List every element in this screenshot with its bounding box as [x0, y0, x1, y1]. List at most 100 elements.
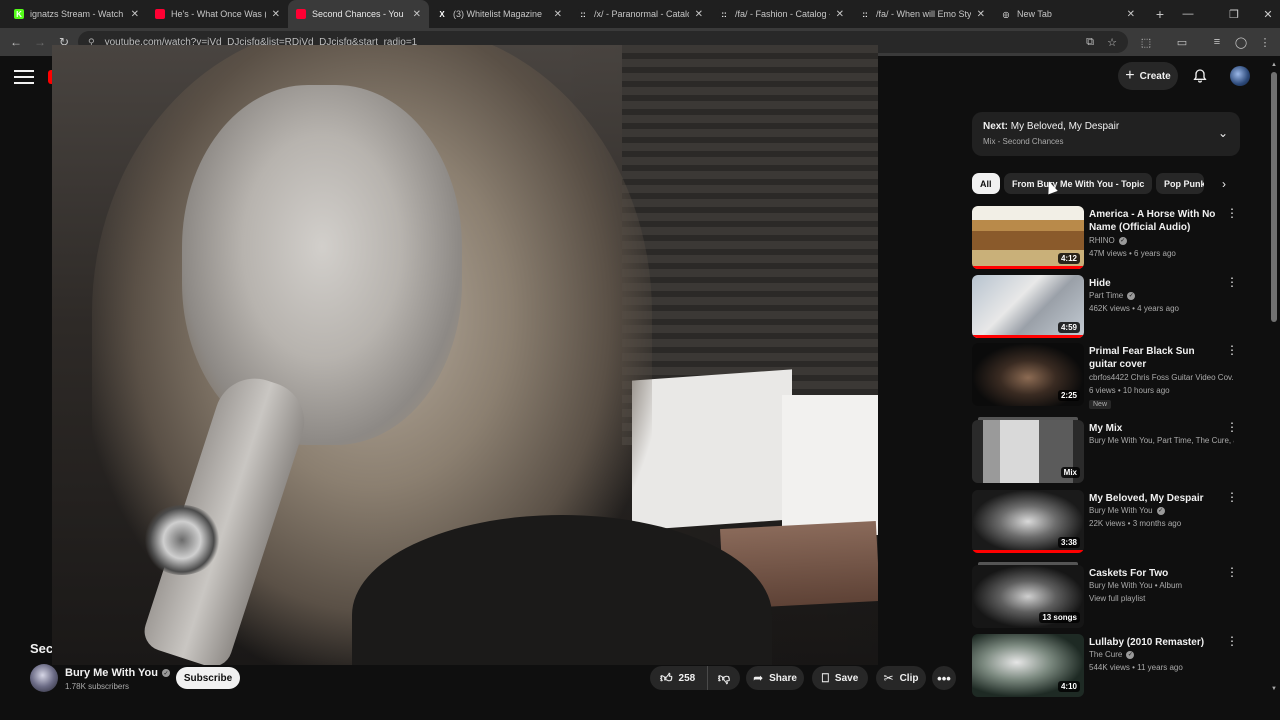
- notifications-bell-icon[interactable]: [1190, 66, 1210, 86]
- video-thumbnail[interactable]: 4:12: [972, 206, 1084, 269]
- chip-pop-punk[interactable]: Pop Punk: [1156, 173, 1204, 194]
- tab-close-icon[interactable]: ✕: [836, 9, 844, 20]
- tab-title: /fa/ - When will Emo Style: [876, 9, 971, 19]
- recommendation-item[interactable]: 13 songs Caskets For Two Bury Me With You …: [972, 562, 1240, 629]
- up-next-mix-panel[interactable]: Next: My Beloved, My Despair Mix - Secon…: [972, 112, 1240, 156]
- recommendation-channel[interactable]: Bury Me With You • Album: [1089, 581, 1182, 590]
- like-button[interactable]: 👍︎ 258: [650, 666, 708, 690]
- new-tab-icon[interactable]: +: [1149, 3, 1171, 25]
- save-label: Save: [834, 672, 859, 684]
- channel-name-row[interactable]: Bury Me With You ✓: [65, 667, 170, 679]
- media-controls-icon[interactable]: ≡: [1205, 30, 1229, 54]
- recommendation-title[interactable]: America - A Horse With No Name (Official…: [1089, 208, 1219, 234]
- window-close-icon[interactable]: ✕: [1250, 0, 1280, 28]
- recommendation-channel-row: RHINO ✓: [1089, 236, 1234, 245]
- browser-tab[interactable]: X (3) Whitelist Magazine ✕: [429, 0, 570, 28]
- profile-icon[interactable]: ◯: [1229, 30, 1253, 54]
- back-icon[interactable]: ←: [4, 30, 28, 54]
- kebab-menu-icon[interactable]: ⋮: [1226, 206, 1238, 220]
- recommendation-channel[interactable]: cbrfos4422 Chris Foss Guitar Video Cov..…: [1089, 373, 1234, 382]
- verified-icon: ✓: [1126, 650, 1135, 659]
- kebab-menu-icon[interactable]: ⋮: [1226, 565, 1238, 579]
- browser-menu-icon[interactable]: ⋮: [1253, 30, 1277, 54]
- forward-icon[interactable]: →: [28, 30, 52, 54]
- subscribe-button[interactable]: Subscribe: [176, 667, 240, 689]
- tab-close-icon[interactable]: ✕: [413, 9, 421, 20]
- video-thumbnail[interactable]: Mix: [972, 420, 1084, 483]
- recommendation-channel[interactable]: Part Time: [1089, 291, 1123, 300]
- browser-tab[interactable]: ::/x/ - Paranormal - Catalog ✕: [570, 0, 711, 28]
- scroll-thumb[interactable]: [1271, 72, 1277, 322]
- recommendation-title[interactable]: Caskets For Two: [1089, 567, 1219, 580]
- chip-from-channel[interactable]: From Bury Me With You - Topic: [1004, 173, 1153, 194]
- split-view-icon[interactable]: ▭: [1170, 30, 1194, 54]
- tab-close-icon[interactable]: ✕: [1127, 9, 1135, 20]
- recommendation-channel[interactable]: Bury Me With You, Part Time, The Cure, a…: [1089, 436, 1234, 445]
- chip-all[interactable]: All: [972, 173, 1000, 194]
- recommendation-channel-row: Bury Me With You, Part Time, The Cure, a…: [1089, 436, 1234, 445]
- tab-close-icon[interactable]: ✕: [272, 9, 280, 20]
- install-app-icon[interactable]: ⧉: [1078, 30, 1102, 54]
- browser-tab[interactable]: ◎ New Tab ✕: [993, 0, 1143, 28]
- recommendation-item[interactable]: 4:12 America - A Horse With No Name (Offi…: [972, 206, 1240, 270]
- duration-badge: 4:10: [1057, 681, 1080, 692]
- video-thumbnail[interactable]: 3:38: [972, 490, 1084, 553]
- share-button[interactable]: ➦ Share: [746, 666, 804, 690]
- recommendation-item[interactable]: 2:25 Primal Fear Black Sun guitar cover cb…: [972, 343, 1240, 409]
- kebab-menu-icon[interactable]: ⋮: [1226, 634, 1238, 648]
- kebab-menu-icon[interactable]: ⋮: [1226, 490, 1238, 504]
- view-full-playlist-link[interactable]: View full playlist: [1089, 594, 1145, 603]
- chevron-down-icon[interactable]: ⌄: [1218, 126, 1228, 140]
- recommendation-title[interactable]: My Beloved, My Despair: [1089, 492, 1219, 505]
- tab-close-icon[interactable]: ✕: [695, 9, 703, 20]
- hamburger-menu-icon[interactable]: [14, 68, 34, 86]
- scroll-down-icon[interactable]: ▼: [1270, 686, 1278, 692]
- clip-button[interactable]: ✂ Clip: [876, 666, 926, 690]
- recommendation-title[interactable]: Hide: [1089, 277, 1219, 290]
- browser-tab-strip: Kignatzs Stream - Watch Li ✕ He's - What O…: [0, 0, 1280, 28]
- tab-close-icon[interactable]: ✕: [977, 9, 985, 20]
- tab-favicon-icon: ::: [860, 9, 870, 19]
- kebab-menu-icon[interactable]: ⋮: [1226, 420, 1238, 434]
- more-actions-icon[interactable]: •••: [932, 666, 956, 690]
- browser-tab[interactable]: Second Chances - You ✕: [288, 0, 429, 28]
- recommendation-channel[interactable]: Bury Me With You: [1089, 506, 1153, 515]
- channel-name[interactable]: Bury Me With You: [65, 667, 158, 679]
- tab-favicon-icon: K: [14, 9, 24, 19]
- channel-avatar[interactable]: [30, 664, 58, 692]
- recommendation-item[interactable]: 3:38 My Beloved, My Despair Bury Me With Y…: [972, 490, 1240, 554]
- recommendation-title[interactable]: Primal Fear Black Sun guitar cover: [1089, 345, 1219, 371]
- video-thumbnail[interactable]: 4:10: [972, 634, 1084, 697]
- video-player[interactable]: [52, 45, 878, 665]
- recommendation-title[interactable]: My Mix: [1089, 422, 1219, 435]
- tab-close-icon[interactable]: ✕: [131, 9, 139, 20]
- browser-tab[interactable]: ::/fa/ - Fashion - Catalog - / ✕: [711, 0, 852, 28]
- dislike-button[interactable]: 👎︎: [708, 671, 740, 686]
- scrollbar[interactable]: ▲ ▼: [1270, 62, 1278, 692]
- bookmark-star-icon[interactable]: ☆: [1100, 30, 1124, 54]
- browser-tab[interactable]: He's - What Once Was (C ✕: [147, 0, 288, 28]
- account-avatar[interactable]: [1230, 66, 1250, 86]
- video-thumbnail[interactable]: 2:25: [972, 343, 1084, 406]
- browser-tab[interactable]: Kignatzs Stream - Watch Li ✕: [6, 0, 147, 28]
- create-button[interactable]: + Create: [1118, 62, 1178, 90]
- recommendation-title[interactable]: Lullaby (2010 Remaster): [1089, 636, 1219, 649]
- kebab-menu-icon[interactable]: ⋮: [1226, 275, 1238, 289]
- minimize-icon[interactable]: —: [1170, 0, 1206, 28]
- recommendation-item[interactable]: Mix My Mix Bury Me With You, Part Time, Th…: [972, 417, 1240, 484]
- recommendation-channel[interactable]: RHINO: [1089, 236, 1115, 245]
- restore-icon[interactable]: ❐: [1216, 0, 1252, 28]
- browser-tab[interactable]: ::/fa/ - When will Emo Style ✕: [852, 0, 993, 28]
- recommendation-item[interactable]: 4:59 Hide Part Time ✓ 462K views • 4 years a…: [972, 275, 1240, 339]
- recommendation-channel[interactable]: The Cure: [1089, 650, 1122, 659]
- tab-close-icon[interactable]: ✕: [554, 9, 562, 20]
- kebab-menu-icon[interactable]: ⋮: [1226, 343, 1238, 357]
- video-thumbnail[interactable]: 4:59: [972, 275, 1084, 338]
- plus-icon: +: [1125, 67, 1135, 84]
- save-button[interactable]: ⎕ Save: [812, 666, 868, 690]
- recommendation-item[interactable]: 4:10 Lullaby (2010 Remaster) The Cure ✓ 544K…: [972, 634, 1240, 698]
- extensions-icon[interactable]: ⬚: [1134, 30, 1158, 54]
- scroll-up-icon[interactable]: ▲: [1270, 62, 1278, 68]
- video-thumbnail[interactable]: 13 songs: [972, 565, 1084, 628]
- chevron-right-icon[interactable]: ›: [1214, 174, 1234, 194]
